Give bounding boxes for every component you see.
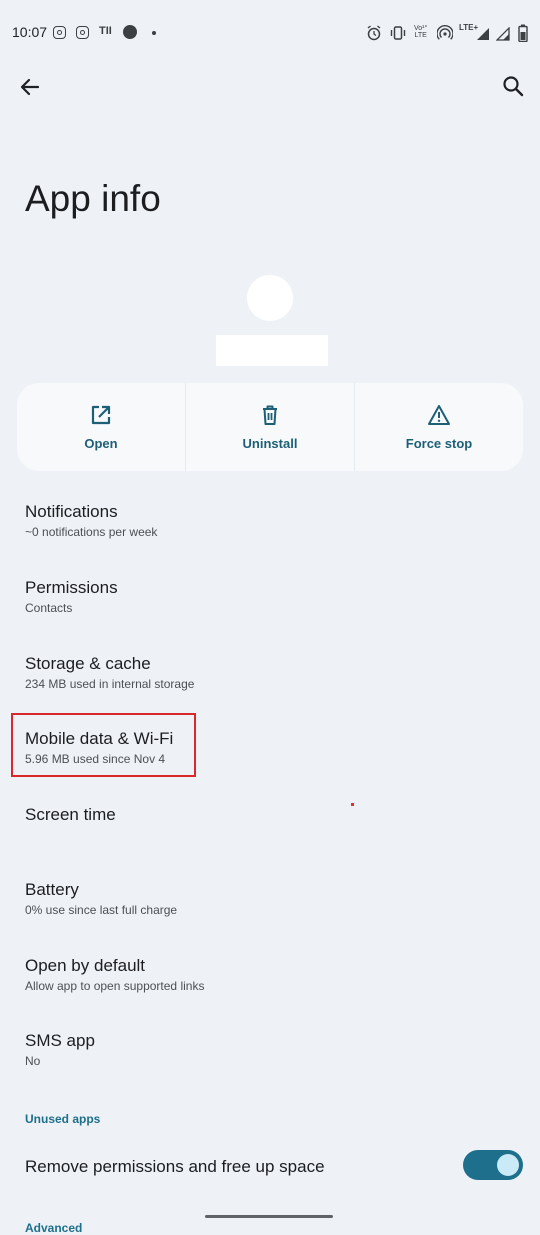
force-stop-label: Force stop: [405, 435, 473, 451]
vibrate-icon: [390, 26, 406, 40]
item-subtitle: ~0 notifications per week: [25, 525, 158, 539]
item-title: Remove permissions and free up space: [25, 1157, 325, 1176]
signal-icon: [496, 27, 510, 41]
battery-icon: [518, 24, 528, 42]
trash-icon: [263, 405, 277, 425]
status-time: 10:07: [12, 24, 48, 40]
item-subtitle: 234 MB used in internal storage: [25, 677, 195, 691]
instagram-icon: [76, 26, 89, 39]
item-subtitle: Allow app to open supported links: [25, 979, 205, 993]
list-item-screen-time[interactable]: Screen time: [0, 797, 540, 855]
tii-icon: TII: [99, 25, 112, 37]
open-label: Open: [84, 435, 118, 451]
uninstall-label: Uninstall: [242, 435, 298, 451]
hotspot-icon: [437, 25, 453, 40]
search-icon: [503, 76, 524, 97]
uninstall-button[interactable]: Uninstall: [186, 383, 354, 471]
list-item-sms-app[interactable]: SMS app No: [0, 1023, 540, 1081]
remove-permissions-toggle[interactable]: [463, 1150, 523, 1180]
open-button[interactable]: Open: [17, 383, 185, 471]
notification-dot-icon: [123, 25, 137, 39]
volte-icon: Vo¹° LTE: [414, 25, 428, 39]
instagram-icon: [53, 26, 66, 39]
page-title: App info: [25, 178, 161, 219]
item-title: Notifications: [25, 502, 118, 521]
force-stop-button[interactable]: Force stop: [355, 383, 523, 471]
list-item-open-by-default[interactable]: Open by default Allow app to open suppor…: [0, 948, 540, 1006]
remove-permissions-row[interactable]: Remove permissions and free up space: [0, 1145, 540, 1187]
app-icon: [247, 275, 293, 321]
app-actions-card: Open Uninstall Force stop: [17, 383, 523, 471]
item-title: Battery: [25, 880, 79, 899]
app-name: [216, 335, 328, 366]
list-item-notifications[interactable]: Notifications ~0 notifications per week: [0, 494, 540, 552]
item-title: Permissions: [25, 578, 118, 597]
more-notifications-icon: [152, 31, 156, 35]
section-header-advanced: Advanced: [25, 1221, 83, 1235]
back-button[interactable]: [10, 67, 50, 107]
gesture-navigation-bar[interactable]: [205, 1215, 333, 1218]
section-header-unused-apps: Unused apps: [25, 1112, 101, 1126]
open-external-icon: [91, 405, 111, 424]
item-title: Open by default: [25, 956, 146, 975]
toggle-knob: [497, 1154, 519, 1176]
item-title: Storage & cache: [25, 654, 151, 673]
item-title: SMS app: [25, 1031, 95, 1050]
item-subtitle: No: [25, 1054, 41, 1068]
signal-icon: [477, 28, 489, 40]
highlight-box: [11, 713, 196, 777]
list-item-storage-cache[interactable]: Storage & cache 234 MB used in internal …: [0, 646, 540, 704]
item-subtitle: Contacts: [25, 601, 73, 615]
item-title: Screen time: [25, 805, 116, 824]
list-item-battery[interactable]: Battery 0% use since last full charge: [0, 872, 540, 930]
arrow-left-icon: [20, 78, 40, 96]
item-subtitle: 0% use since last full charge: [25, 903, 178, 917]
search-button[interactable]: [493, 66, 533, 106]
list-item-permissions[interactable]: Permissions Contacts: [0, 570, 540, 628]
warning-triangle-icon: [428, 404, 450, 425]
alarm-icon: [367, 25, 381, 41]
